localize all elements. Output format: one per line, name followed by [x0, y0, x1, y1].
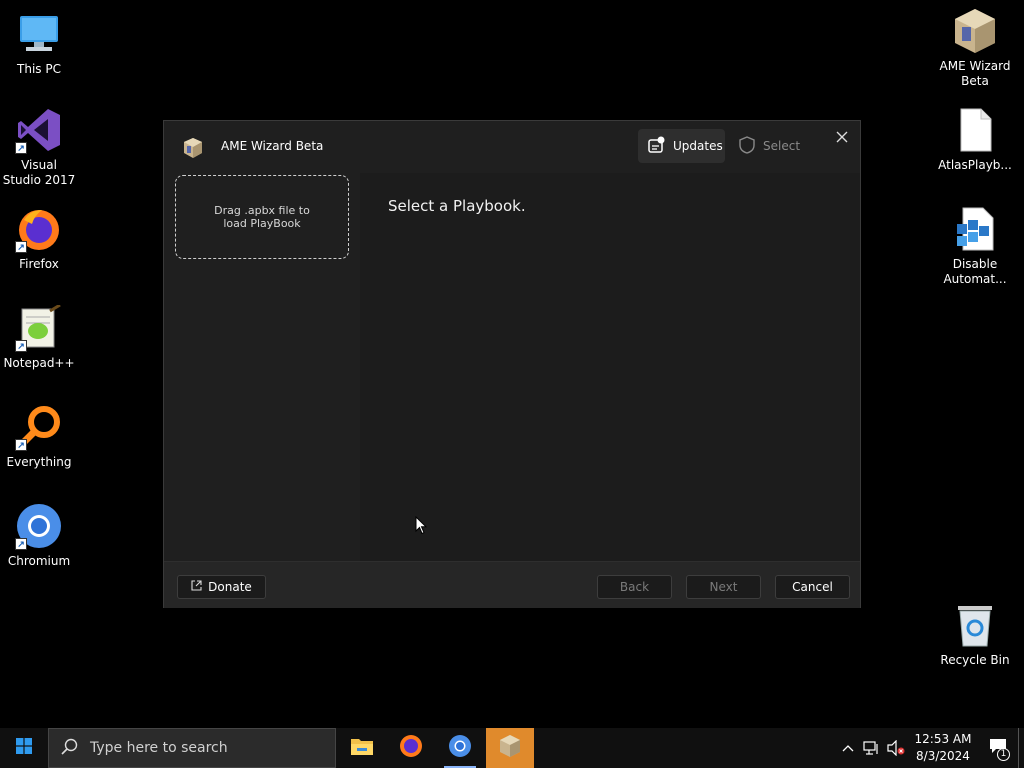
desktop-icon-label: This PC [17, 62, 61, 76]
show-desktop-button[interactable] [1018, 728, 1024, 768]
updates-icon [647, 136, 665, 157]
shortcut-arrow-icon: ↗ [15, 538, 27, 550]
desktop-icon-label: Firefox [19, 257, 59, 271]
shortcut-arrow-icon: ↗ [15, 340, 27, 352]
desktop-icon-label: Chromium [7, 554, 71, 568]
search-icon [61, 738, 78, 759]
network-icon[interactable] [860, 728, 884, 768]
clock-time: 12:53 AM [914, 732, 972, 746]
recycle-bin-icon [951, 601, 999, 649]
close-button[interactable] [830, 127, 854, 151]
desktop: This PC ↗ Visual Studio 2017 ↗ Firefox ↗… [0, 0, 1024, 728]
computer-icon [15, 10, 63, 58]
desktop-icon-firefox[interactable]: ↗ Firefox [1, 205, 77, 272]
external-link-icon [191, 580, 202, 594]
ame-wizard-window: AME Wizard Beta Updates Select Drag .apb… [163, 120, 861, 608]
desktop-icon-label: Everything [6, 455, 72, 469]
mouse-cursor-icon [415, 515, 428, 540]
folder-icon [350, 736, 374, 761]
firefox-icon [399, 734, 423, 763]
ame-logo-icon [182, 137, 204, 159]
taskbar-search-box[interactable]: Type here to search [48, 728, 336, 768]
main-content: Select a Playbook. [360, 173, 860, 561]
taskbar-ame-wizard[interactable] [486, 728, 534, 768]
tray-overflow-chevron-icon[interactable] [836, 728, 860, 768]
next-button[interactable]: Next [686, 575, 761, 599]
search-placeholder: Type here to search [90, 740, 228, 756]
playbook-drop-zone[interactable]: Drag .apbx file to load PlayBook [175, 175, 349, 259]
desktop-icon-label: Notepad++ [3, 356, 75, 370]
chromium-icon: ↗ [15, 502, 63, 550]
shortcut-arrow-icon: ↗ [15, 241, 27, 253]
shortcut-arrow-icon: ↗ [15, 142, 27, 154]
file-icon [951, 106, 999, 154]
taskbar-file-explorer[interactable] [338, 728, 386, 768]
ame-wizard-icon [498, 734, 522, 763]
back-button[interactable]: Back [597, 575, 672, 599]
select-label: Select [763, 139, 801, 153]
taskbar: Type here to search 12:53 AM 8/3/2024 1 [0, 728, 1024, 768]
donate-button[interactable]: Donate [177, 575, 266, 599]
ame-wizard-icon [951, 7, 999, 55]
page-heading: Select a Playbook. [388, 197, 526, 215]
desktop-icon-visual-studio[interactable]: ↗ Visual Studio 2017 [1, 106, 77, 188]
desktop-icon-this-pc[interactable]: This PC [1, 10, 77, 77]
donate-label: Donate [208, 580, 252, 594]
taskbar-chromium[interactable] [436, 728, 484, 768]
desktop-icon-chromium[interactable]: ↗ Chromium [1, 502, 77, 569]
windows-logo-icon [16, 737, 32, 759]
taskbar-clock[interactable]: 12:53 AM 8/3/2024 [908, 731, 978, 765]
firefox-icon: ↗ [15, 205, 63, 253]
notification-center-button[interactable]: 1 [978, 728, 1018, 768]
desktop-icon-everything[interactable]: ↗ Everything [1, 403, 77, 470]
script-file-icon [951, 205, 999, 253]
shortcut-arrow-icon: ↗ [15, 439, 27, 451]
desktop-icon-label: AME Wizard Beta [939, 59, 1011, 88]
desktop-icon-ame-wizard[interactable]: AME Wizard Beta [937, 7, 1013, 89]
desktop-icon-label: Disable Automat... [943, 257, 1007, 286]
clock-date: 8/3/2024 [916, 749, 970, 763]
everything-search-icon: ↗ [15, 403, 63, 451]
select-button[interactable]: Select [736, 129, 806, 163]
system-tray: 12:53 AM 8/3/2024 1 [836, 728, 1024, 768]
desktop-icon-recycle-bin[interactable]: Recycle Bin [937, 601, 1013, 668]
desktop-icon-atlas-playbook[interactable]: AtlasPlayb... [937, 106, 1013, 173]
desktop-icon-label: AtlasPlayb... [938, 158, 1012, 172]
taskbar-firefox[interactable] [387, 728, 435, 768]
start-button[interactable] [0, 728, 48, 768]
close-icon [836, 130, 848, 148]
cancel-button[interactable]: Cancel [775, 575, 850, 599]
volume-muted-icon[interactable] [884, 728, 908, 768]
playbook-sidebar: Drag .apbx file to load PlayBook [164, 173, 360, 561]
window-title: AME Wizard Beta [221, 139, 324, 153]
updates-label: Updates [673, 139, 723, 153]
desktop-icon-notepadpp[interactable]: ↗ Notepad++ [1, 304, 77, 371]
desktop-icon-disable-automatic[interactable]: Disable Automat... [937, 205, 1013, 287]
notification-count-badge: 1 [997, 748, 1010, 761]
desktop-icon-label: Recycle Bin [940, 653, 1010, 667]
shield-icon [739, 135, 755, 157]
title-bar[interactable]: AME Wizard Beta Updates Select [164, 121, 860, 173]
visual-studio-icon: ↗ [15, 106, 63, 154]
desktop-icon-label: Visual Studio 2017 [2, 158, 76, 187]
notepadpp-icon: ↗ [15, 304, 63, 352]
window-footer: Donate Back Next Cancel [164, 561, 860, 608]
chromium-icon [448, 734, 472, 763]
updates-button[interactable]: Updates [638, 129, 725, 163]
